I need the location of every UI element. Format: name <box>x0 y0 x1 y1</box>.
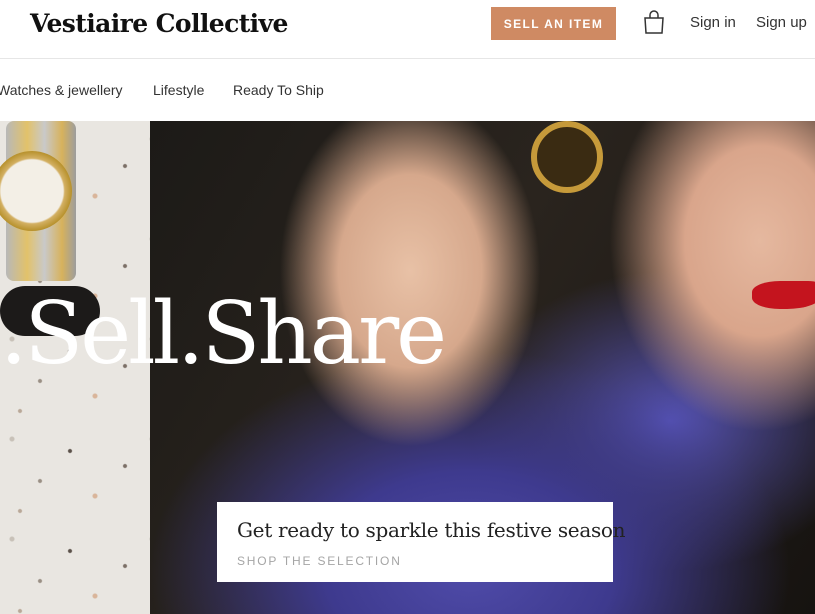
nav-item-lifestyle[interactable]: Lifestyle <box>153 82 204 98</box>
sign-in-link[interactable]: Sign in <box>690 14 736 31</box>
sign-up-link[interactable]: Sign up <box>756 14 807 31</box>
promo-title: Get ready to sparkle this festive season <box>237 518 626 542</box>
site-header: Vestiaire Collective SELL AN ITEM Sign i… <box>0 0 815 59</box>
nav-item-watches-jewellery[interactable]: Watches & jewellery <box>0 82 123 98</box>
site-logo[interactable]: Vestiaire Collective <box>30 8 288 40</box>
shopping-bag-icon-svg <box>644 10 664 34</box>
model-lips-image <box>752 281 815 309</box>
hero-banner[interactable]: .Sell.Share Get ready to sparkle this fe… <box>0 121 815 614</box>
nav-item-ready-to-ship[interactable]: Ready To Ship <box>233 82 324 98</box>
promo-card[interactable]: Get ready to sparkle this festive season… <box>217 502 626 582</box>
category-nav: Watches & jewellery Lifestyle Ready To S… <box>0 59 815 121</box>
sell-an-item-button[interactable]: SELL AN ITEM <box>491 7 616 40</box>
earring-image <box>531 121 603 193</box>
hero-headline: .Sell.Share <box>0 284 447 384</box>
shopping-bag-icon[interactable] <box>641 9 667 35</box>
shop-selection-link[interactable]: SHOP THE SELECTION <box>237 554 402 568</box>
